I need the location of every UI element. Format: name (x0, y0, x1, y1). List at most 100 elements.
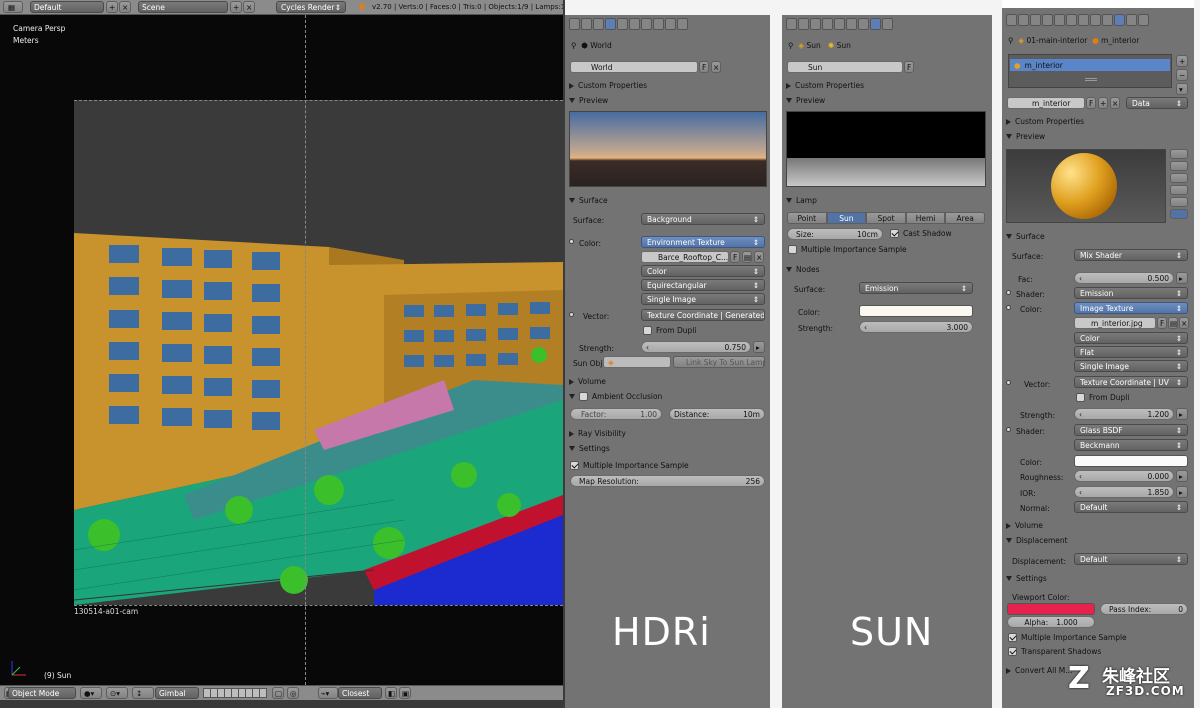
transparent-shadows-toggle[interactable]: Transparent Shadows (1008, 647, 1101, 656)
preview-sphere-button[interactable] (1170, 161, 1188, 171)
ao-checkbox[interactable] (579, 392, 588, 401)
lamp-type-spot[interactable]: Spot (866, 212, 906, 224)
ray-visibility-header[interactable]: Ray Visibility (569, 427, 766, 440)
color-space-select[interactable]: Color ⇕ (641, 265, 765, 277)
fac-field[interactable]: ‹ 0.500 (1074, 272, 1174, 284)
ao-factor-field[interactable]: Factor: 1.00 (570, 408, 662, 420)
material-slot-list[interactable]: ● m_interior (1008, 54, 1172, 88)
sun-mis-checkbox[interactable] (788, 245, 797, 254)
preview-world-button[interactable] (1170, 209, 1188, 219)
snap-toggle-button[interactable]: ⌁▾ (318, 687, 338, 699)
disp-select[interactable]: Default ⇕ (1074, 553, 1188, 565)
scene-close-button[interactable]: × (243, 1, 255, 13)
sun-properties-tabs[interactable] (786, 18, 894, 32)
mat-from-dupli-toggle[interactable]: From Dupli (1076, 393, 1129, 402)
orientation-select[interactable]: Gimbal (155, 687, 199, 699)
mat-strength-field[interactable]: ‹ 1.200 (1074, 408, 1174, 420)
scene-add-button[interactable]: + (230, 1, 242, 13)
editor-type-button[interactable]: ▦ (3, 1, 23, 13)
vector-socket-icon[interactable] (569, 312, 574, 317)
mat-link-select[interactable]: Data ⇕ (1126, 97, 1188, 109)
mat-strength-link[interactable]: ▸ (1176, 408, 1188, 420)
shader2-socket-icon[interactable] (1006, 427, 1011, 432)
material-slot-item[interactable]: ● m_interior (1010, 59, 1170, 71)
mat-unlink[interactable]: × (1110, 97, 1120, 109)
preview-monkey-button[interactable] (1170, 185, 1188, 195)
sun-mis-toggle[interactable]: Multiple Importance Sample (788, 245, 907, 254)
surface-header[interactable]: Surface (569, 194, 766, 207)
shader1-select[interactable]: Emission ⇕ (1074, 287, 1188, 299)
render-anim-button[interactable]: ▣ (399, 687, 411, 699)
map-resolution-field[interactable]: Map Resolution: 256 (570, 475, 765, 487)
scene-select[interactable]: Scene (138, 1, 228, 13)
world-datablock[interactable]: World (570, 61, 698, 73)
cast-shadow-checkbox[interactable] (890, 229, 899, 238)
slot-remove-button[interactable]: − (1176, 69, 1188, 81)
mat-volume-header[interactable]: Volume (1006, 519, 1190, 532)
mat-vector-socket-icon[interactable] (1006, 380, 1011, 385)
world-fake-user[interactable]: F (699, 61, 709, 73)
sun-strength-field[interactable]: ‹ 3.000 (859, 321, 973, 333)
sun-obj-field[interactable]: ◈ (603, 356, 671, 368)
mat-properties-tabs[interactable] (1006, 14, 1150, 28)
pin-icon[interactable]: ⚲ (571, 41, 577, 50)
mis-checkbox[interactable] (570, 461, 579, 470)
ior-field[interactable]: ‹ 1.850 (1074, 486, 1174, 498)
glass-color-swatch[interactable] (1074, 455, 1188, 467)
mat-pin-icon[interactable]: ⚲ (1008, 36, 1014, 45)
sun-preview-header[interactable]: Preview (786, 94, 988, 107)
image-source-select[interactable]: Single Image ⇕ (641, 293, 765, 305)
layout-close-button[interactable]: × (119, 1, 131, 13)
layout-select[interactable]: Default (30, 1, 104, 13)
slot-menu-button[interactable]: ▾ (1176, 83, 1188, 95)
sun-pin-icon[interactable]: ⚲ (788, 41, 794, 50)
mat-image-source-select[interactable]: Single Image ⇕ (1074, 360, 1188, 372)
settings-header[interactable]: Settings (569, 442, 766, 455)
slot-add-button[interactable]: + (1176, 55, 1188, 67)
mat-custom-props-header[interactable]: Custom Properties (1006, 115, 1190, 128)
mat-fake-user[interactable]: F (1086, 97, 1096, 109)
ao-header[interactable]: Ambient Occlusion (569, 390, 766, 403)
image-fake-user[interactable]: F (730, 251, 740, 263)
mat-surface-header[interactable]: Surface (1006, 230, 1190, 243)
surface-select[interactable]: Background ⇕ (641, 213, 765, 225)
render-still-button[interactable]: ◧ (385, 687, 397, 699)
mat-mis-checkbox[interactable] (1008, 633, 1017, 642)
mat-image-datablock[interactable]: m_interior.jpg (1074, 317, 1156, 329)
sun-custom-props-header[interactable]: Custom Properties (786, 79, 988, 92)
lamp-type-area[interactable]: Area (945, 212, 985, 224)
cast-shadow-toggle[interactable]: Cast Shadow (890, 229, 952, 238)
distribution-select[interactable]: Beckmann ⇕ (1074, 439, 1188, 451)
color-socket-icon[interactable] (569, 239, 574, 244)
mat-color-input-select[interactable]: Image Texture ⇕ (1074, 302, 1188, 314)
preview-cube-button[interactable] (1170, 173, 1188, 183)
lamp-type-row[interactable]: Point Sun Spot Hemi Area (787, 212, 985, 225)
alpha-field[interactable]: Alpha: 1.000 (1007, 616, 1095, 628)
world-unlink[interactable]: × (711, 61, 721, 73)
layout-add-button[interactable]: + (106, 1, 118, 13)
color-input-select[interactable]: Environment Texture ⇕ (641, 236, 765, 248)
mat-image-new[interactable]: ▤ (1168, 317, 1178, 329)
mat-preview-header[interactable]: Preview (1006, 130, 1190, 143)
ao-distance-field[interactable]: Distance: 10m (669, 408, 765, 420)
image-unlink[interactable]: × (754, 251, 764, 263)
render-preview-button[interactable]: ◎ (287, 687, 299, 699)
preview-hair-button[interactable] (1170, 197, 1188, 207)
pass-index-field[interactable]: Pass Index: 0 (1100, 603, 1188, 615)
lock-layer-button[interactable]: ▢ (272, 687, 284, 699)
lamp-type-sun[interactable]: Sun (826, 212, 867, 224)
lamp-type-hemi[interactable]: Hemi (905, 212, 946, 224)
mis-toggle[interactable]: Multiple Importance Sample (570, 461, 689, 470)
from-dupli-toggle[interactable]: From Dupli (643, 326, 696, 335)
pivot-button[interactable]: ⊙▾ (106, 687, 128, 699)
ior-link[interactable]: ▸ (1176, 486, 1188, 498)
nodes-header[interactable]: Nodes (786, 263, 988, 276)
mat-image-unlink[interactable]: × (1179, 317, 1189, 329)
manipulator-button[interactable]: ↕ (132, 687, 154, 699)
mat-add[interactable]: + (1098, 97, 1108, 109)
preview-header[interactable]: Preview (569, 94, 766, 107)
from-dupli-checkbox[interactable] (643, 326, 652, 335)
properties-tabs[interactable] (569, 18, 689, 32)
mat-datablock[interactable]: m_interior (1007, 97, 1085, 109)
sun-color-swatch[interactable] (859, 305, 973, 317)
